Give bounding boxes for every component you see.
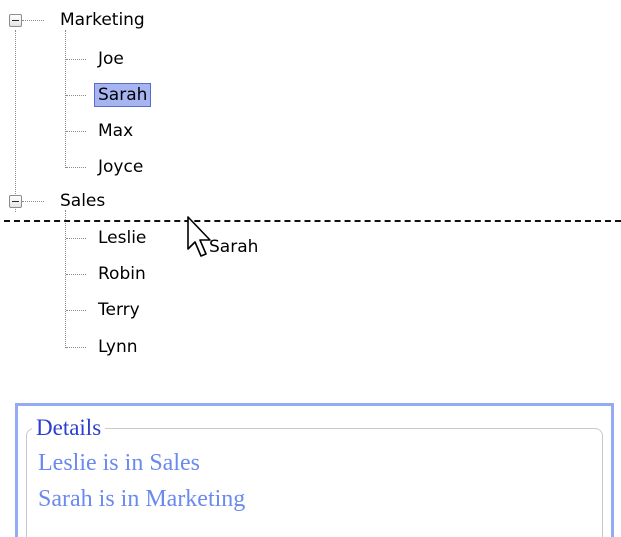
tree-node-sarah-selected[interactable]: Sarah (94, 83, 152, 107)
tree-connector (65, 30, 66, 168)
tree-node-terry[interactable]: Terry (98, 299, 140, 321)
tree-connector (22, 201, 44, 202)
tree-connector (65, 210, 66, 348)
tree-view: Marketing Joe Sarah Max Joyce Sales Lesl… (0, 0, 621, 380)
tree-connector (66, 59, 86, 60)
tree-connector (66, 310, 86, 311)
tree-connector (22, 20, 44, 21)
tree-connector (66, 167, 86, 168)
tree-node-robin[interactable]: Robin (98, 263, 146, 285)
tree-connector (66, 347, 86, 348)
tree-node-marketing[interactable]: Marketing (60, 9, 145, 31)
tree-node-sales[interactable]: Sales (60, 190, 105, 212)
tree-connector (66, 95, 86, 96)
tree-node-lynn[interactable]: Lynn (98, 336, 138, 358)
tree-root-connector (15, 30, 16, 212)
tree-node-joe[interactable]: Joe (98, 48, 124, 70)
details-panel: Leslie is in Sales Sarah is in Marketing… (15, 403, 614, 537)
collapse-marketing-button[interactable] (9, 14, 22, 27)
details-line: Leslie is in Sales (38, 450, 200, 476)
tree-connector (66, 274, 86, 275)
drop-insertion-line (4, 220, 621, 222)
drag-preview-label: Sarah (209, 237, 259, 257)
details-title: Details (32, 415, 106, 441)
collapse-sales-button[interactable] (9, 195, 22, 208)
tree-connector (66, 238, 86, 239)
tree-connector (66, 131, 86, 132)
tree-node-max[interactable]: Max (98, 120, 133, 142)
tree-node-leslie[interactable]: Leslie (98, 227, 146, 249)
details-line: Sarah is in Marketing (38, 486, 246, 512)
tree-node-joyce[interactable]: Joyce (98, 156, 143, 178)
details-groupbox: Leslie is in Sales Sarah is in Marketing (26, 428, 603, 537)
